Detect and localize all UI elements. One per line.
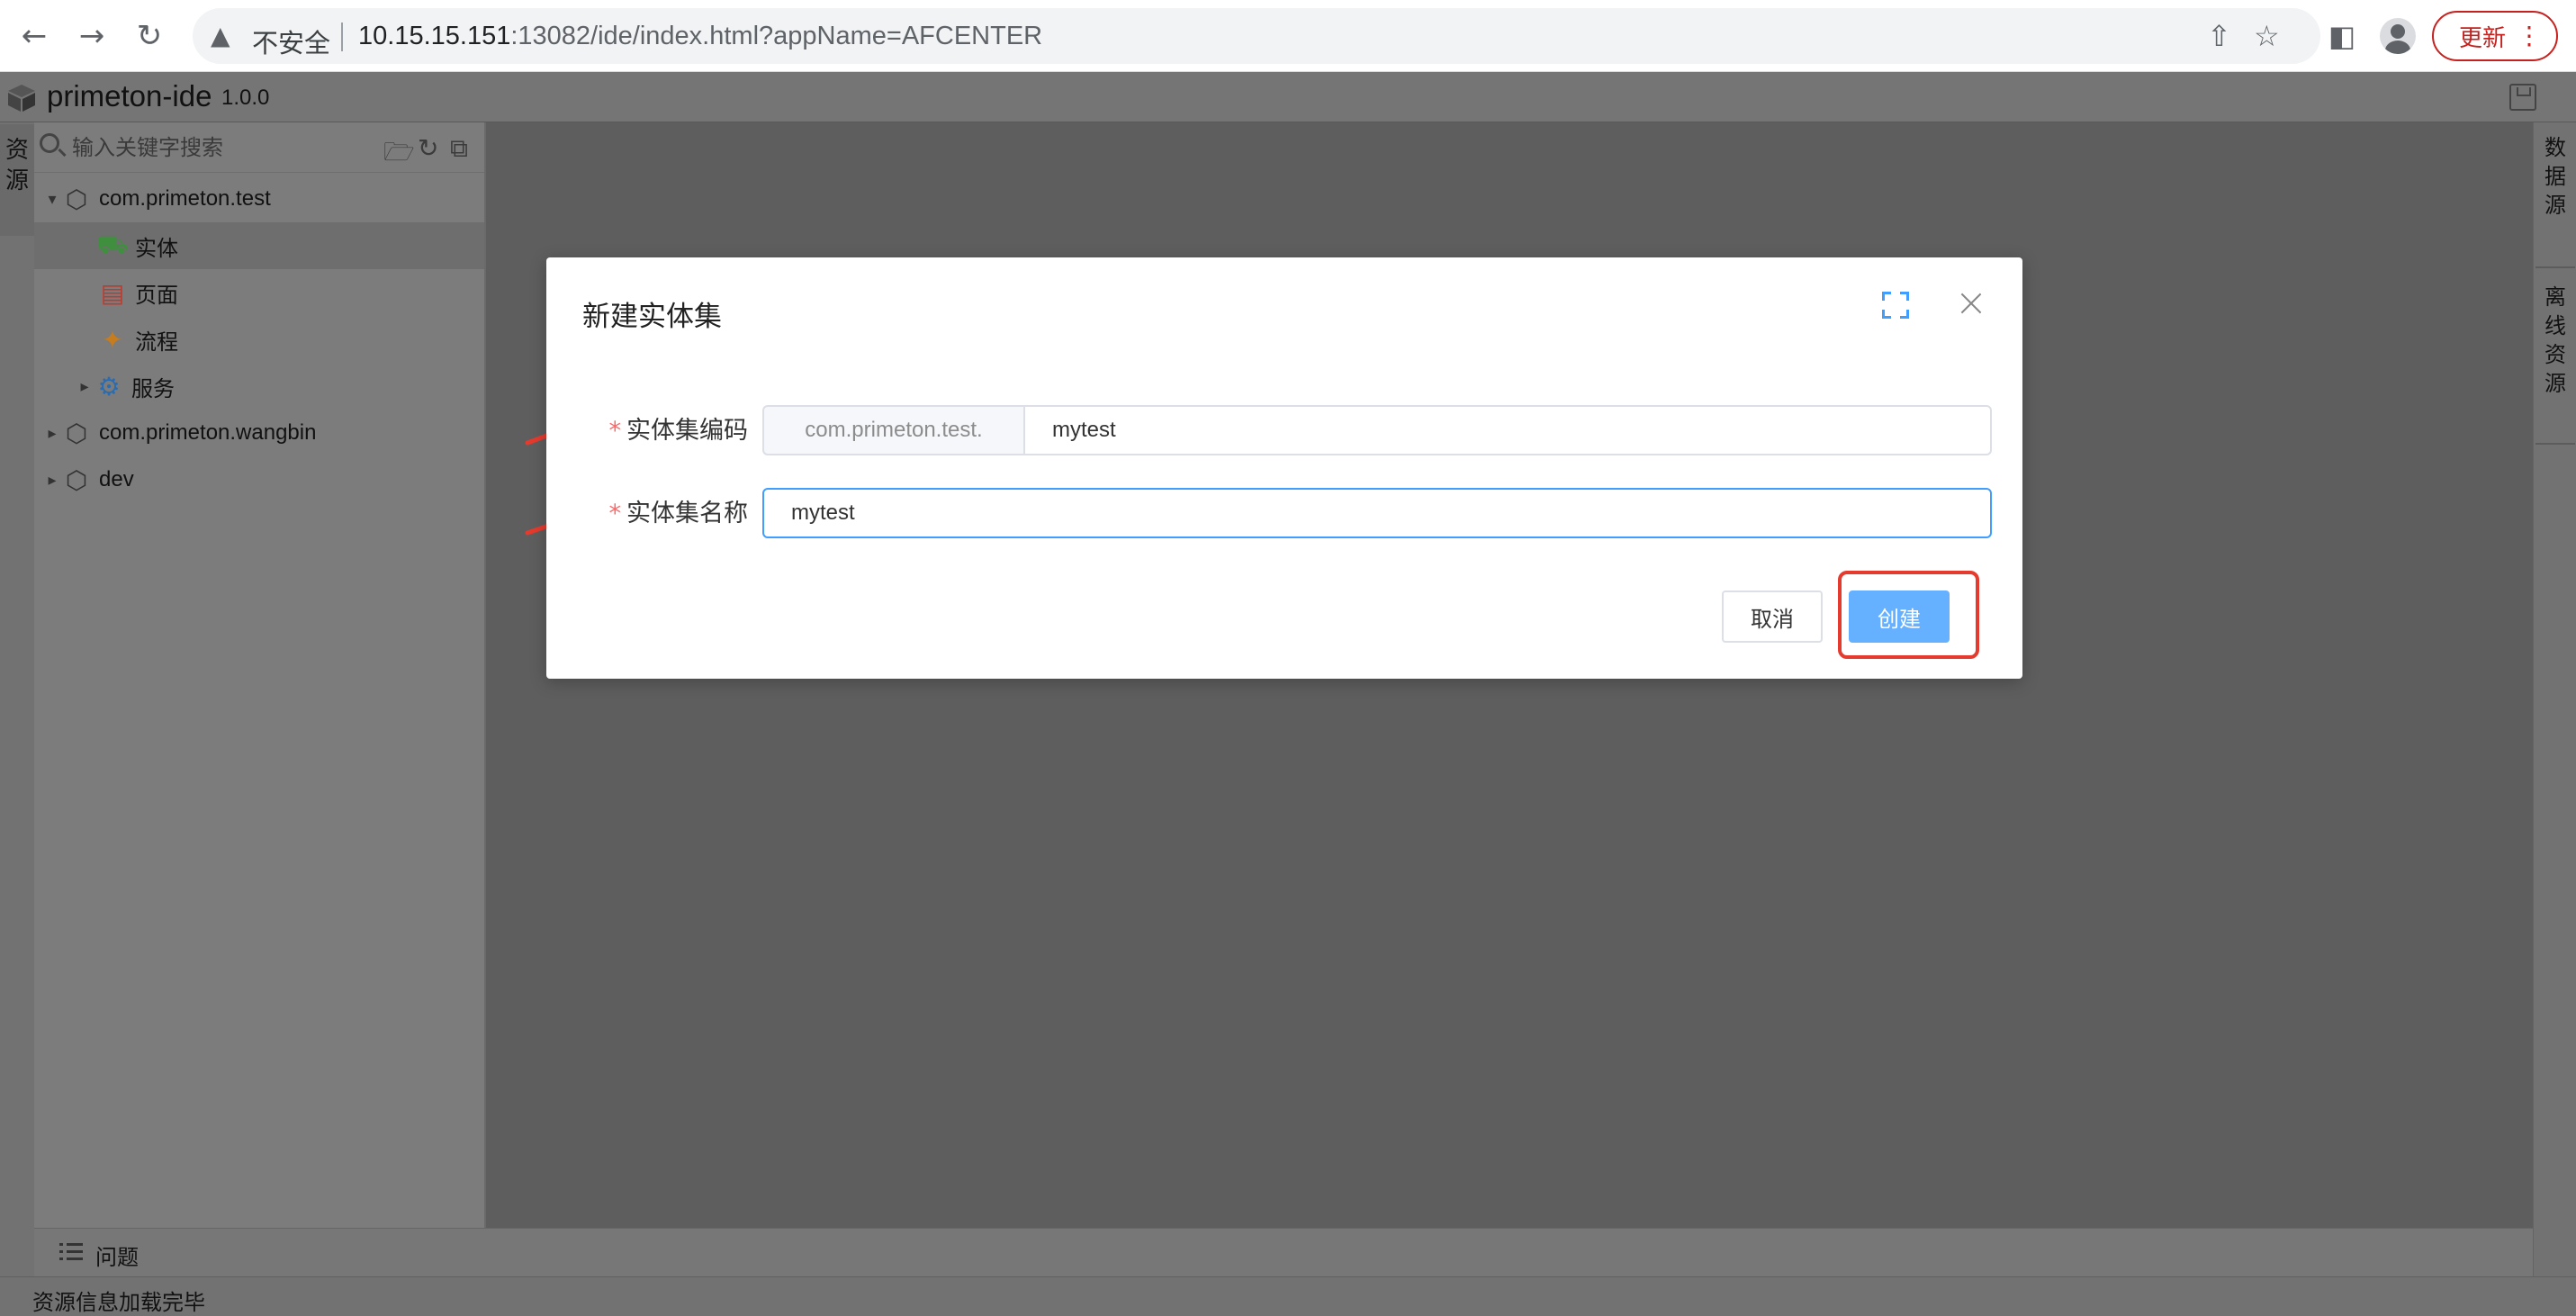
collapsed-caret-icon[interactable]: ▸ (43, 424, 61, 443)
status-message: 资源信息加载完毕 (32, 1290, 205, 1315)
bookmark-star-icon[interactable]: ☆ (2254, 19, 2280, 53)
required-asterisk: * (608, 417, 622, 445)
code-prefix: com.primeton.test. (762, 405, 1023, 455)
code-label-text: 实体集编码 (626, 417, 748, 445)
security-label: 不安全 (252, 28, 331, 59)
dialog-title: 新建实体集 (582, 301, 722, 333)
address-divider (341, 23, 343, 51)
tree-item-entity[interactable]: ⛟ 实体 (34, 222, 484, 269)
problems-label: 问题 (95, 1245, 139, 1270)
list-icon (59, 1241, 83, 1263)
rail-divider (2535, 443, 2575, 445)
tree-item-label: 流程 (135, 329, 178, 355)
code-field-label: * 实体集编码 (590, 410, 749, 446)
tree-item-label: 实体 (135, 235, 178, 261)
tree-item-page[interactable]: ▤ 页面 (34, 269, 484, 316)
url-text[interactable]: 10.15.15.151:13082/ide/index.html?appNam… (358, 22, 1042, 51)
warning-icon: ▲ (211, 21, 230, 50)
url-path: :13082/ide/index.html?appName=AFCENTER (510, 22, 1043, 50)
name-input[interactable] (762, 488, 1992, 538)
new-folder-icon[interactable]: 🗁 (383, 133, 415, 176)
profile-avatar[interactable] (2380, 18, 2416, 54)
tree-item-dev[interactable]: ▸ ⬡ dev (34, 456, 484, 503)
explorer-searchbar: 🗁 ↻ ⧉ (34, 122, 484, 173)
share-icon[interactable]: ⇧ (2207, 19, 2231, 53)
tree-item-service[interactable]: ▸ ⚙ 服务 (34, 363, 484, 410)
tree-item-flow[interactable]: ✦ 流程 (34, 316, 484, 363)
status-bar: 资源信息加载完毕 (0, 1276, 2576, 1316)
tree-item-label: com.primeton.wangbin (99, 420, 317, 445)
create-button[interactable]: 创建 (1849, 590, 1950, 643)
search-icon (40, 133, 59, 153)
update-button[interactable]: 更新 ⋮ (2432, 11, 2558, 61)
tree-item-label: com.primeton.test (99, 186, 271, 211)
update-label: 更新 (2459, 24, 2507, 52)
fullscreen-icon[interactable] (1882, 292, 1909, 319)
tree-item-label: 页面 (135, 282, 178, 308)
datasource-tab[interactable]: 数据源 (2534, 133, 2576, 220)
problems-panel-bar[interactable]: 问题 (34, 1228, 2533, 1276)
code-input[interactable] (1023, 405, 1992, 455)
ide-version: 1.0.0 (221, 86, 270, 110)
reload-icon[interactable]: ↻ (130, 16, 169, 56)
tree-item-label: 服务 (131, 375, 175, 401)
rail-divider (2535, 266, 2575, 268)
resources-tab-label: 资源 (5, 137, 30, 194)
browser-toolbar: ← → ↻ ▲ 不安全 10.15.15.151:13082/ide/index… (0, 0, 2576, 72)
package-icon: ⬡ (65, 184, 88, 214)
right-rail: 数据源 离线资源 (2533, 122, 2576, 1276)
search-input[interactable] (72, 131, 405, 164)
datasource-tab-label: 数据源 (2544, 135, 2566, 218)
back-arrow-icon[interactable]: ← (14, 16, 54, 56)
name-field-label: * 实体集名称 (590, 493, 749, 528)
ide-header: primeton-ide 1.0.0 (0, 72, 2576, 122)
collapsed-caret-icon[interactable]: ▸ (43, 471, 61, 490)
required-asterisk: * (608, 500, 622, 527)
forward-arrow-icon[interactable]: → (72, 16, 112, 56)
tree-item-com-primeton-wangbin[interactable]: ▸ ⬡ com.primeton.wangbin (34, 410, 484, 456)
offline-resources-tab[interactable]: 离线资源 (2534, 283, 2576, 398)
cube-logo-icon (8, 85, 35, 112)
package-icon: ⬡ (65, 464, 88, 495)
url-host: 10.15.15.151 (358, 22, 511, 50)
tree-item-label: dev (99, 467, 134, 491)
address-bar[interactable]: ▲ 不安全 10.15.15.151:13082/ide/index.html?… (193, 8, 2320, 64)
expanded-caret-icon[interactable]: ▾ (43, 190, 61, 209)
gear-icon: ⚙ (97, 371, 121, 401)
offline-resources-tab-label: 离线资源 (2544, 284, 2566, 396)
tree-item-com-primeton-test[interactable]: ▾ ⬡ com.primeton.test (34, 176, 484, 222)
collapse-all-icon[interactable]: ⧉ (450, 133, 468, 164)
package-icon: ⬡ (65, 418, 88, 448)
flow-icon: ✦ (102, 324, 123, 355)
resource-explorer: 🗁 ↻ ⧉ ▾ ⬡ com.primeton.test ⛟ 实体 ▤ 页面 ✦ … (34, 122, 486, 1228)
database-icon: ⛟ (96, 229, 129, 259)
ide-title: primeton-ide (47, 79, 212, 113)
new-entity-set-dialog: 新建实体集 *实体集编码 com.primeton.test. *实体集名称 取… (546, 257, 2022, 679)
more-menu-icon: ⋮ (2517, 21, 2542, 50)
cancel-button[interactable]: 取消 (1722, 590, 1823, 643)
resources-tab[interactable]: 资源 (0, 124, 34, 236)
collapsed-caret-icon[interactable]: ▸ (76, 377, 94, 396)
close-icon[interactable] (1958, 290, 1985, 317)
left-rail: 资源 (0, 122, 34, 1276)
side-panel-icon[interactable]: ◧ (2320, 14, 2364, 58)
page-icon: ▤ (100, 277, 125, 308)
name-label-text: 实体集名称 (626, 500, 748, 527)
refresh-icon[interactable]: ↻ (418, 133, 438, 163)
save-icon[interactable] (2509, 84, 2536, 111)
